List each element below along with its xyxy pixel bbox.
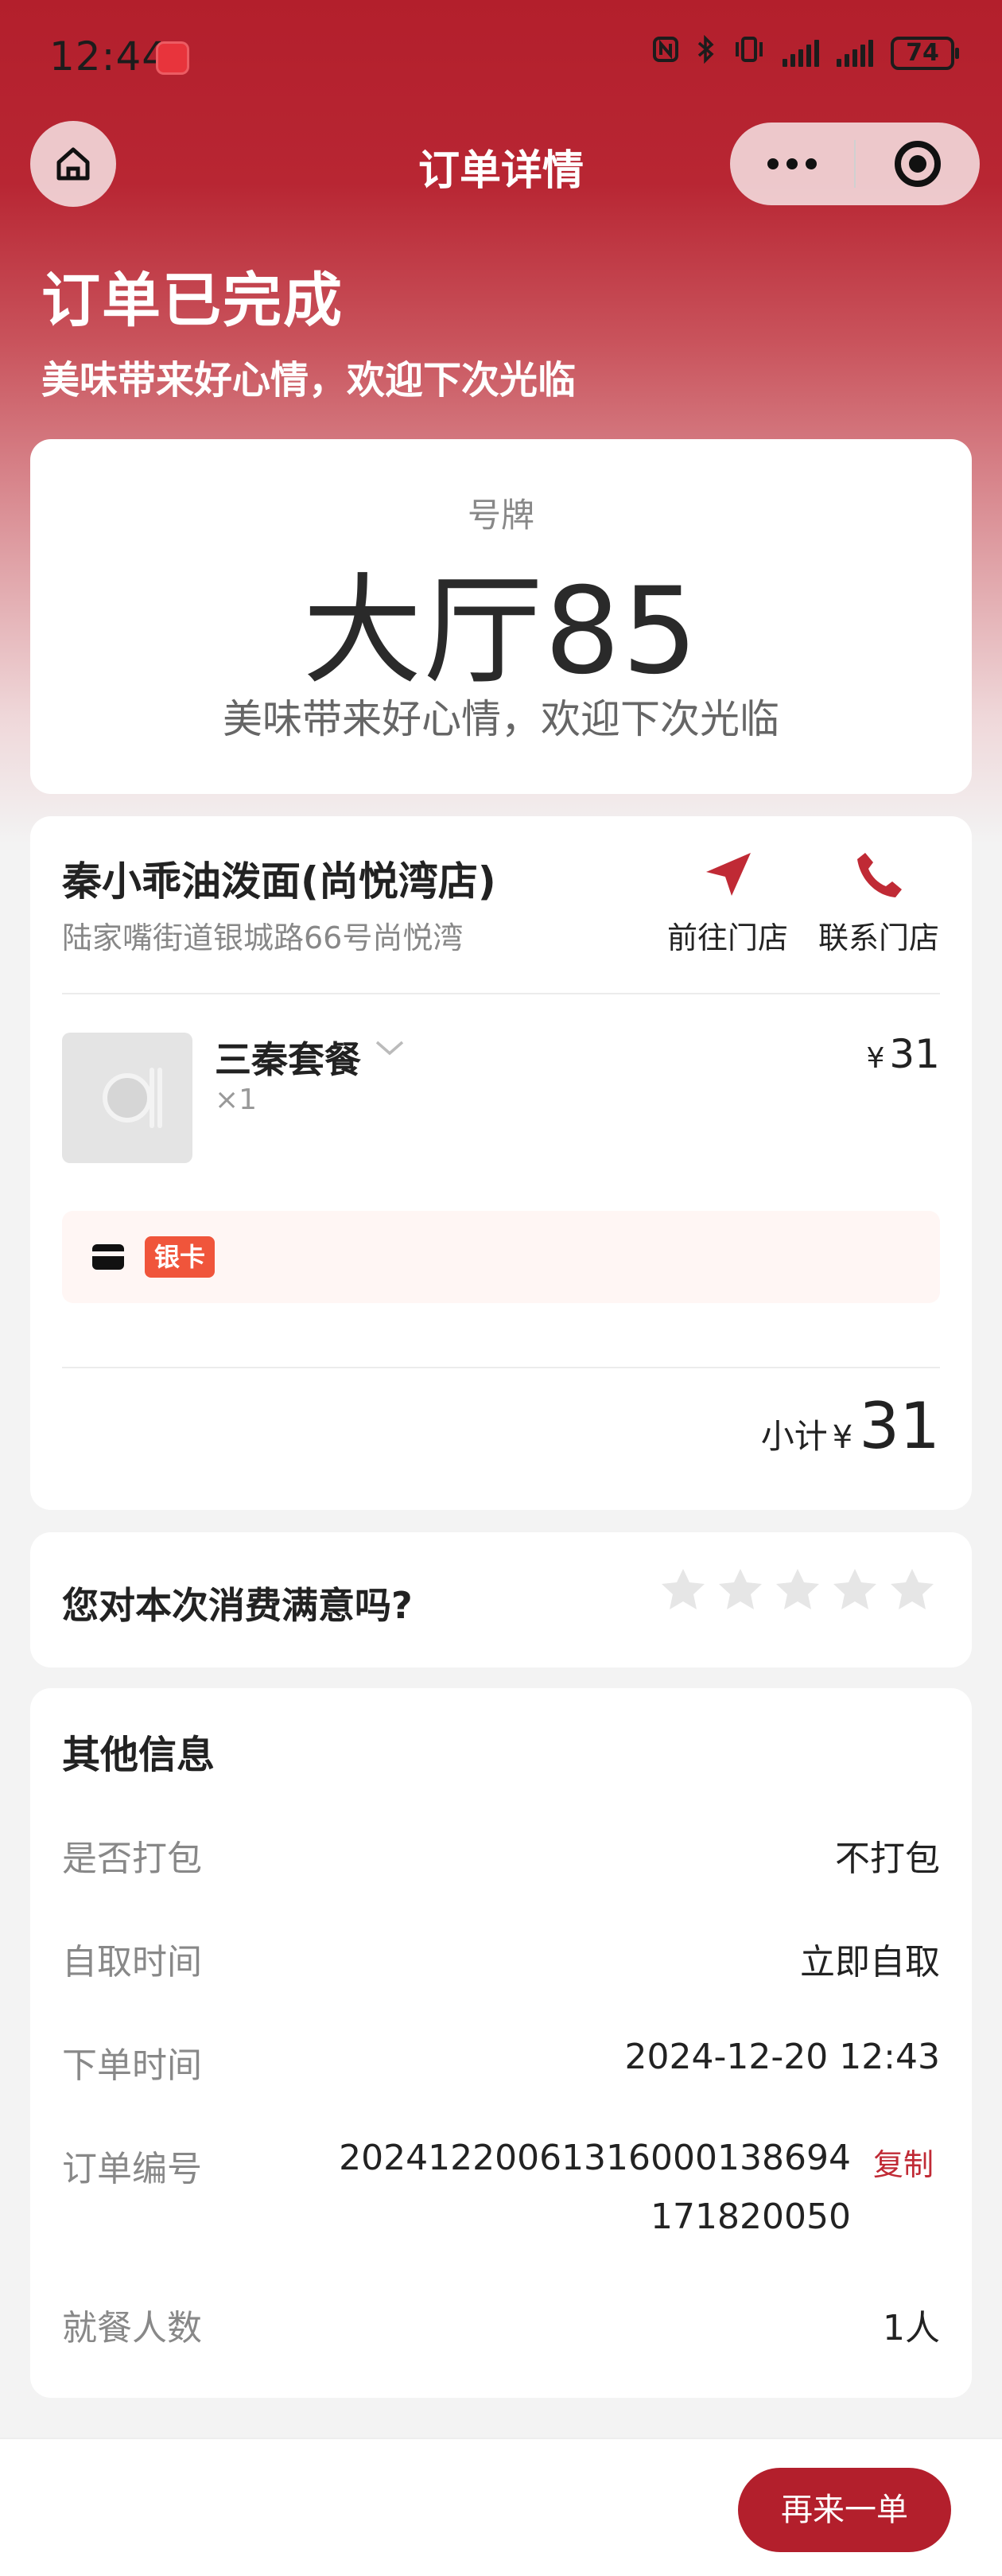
item-expand-button[interactable] bbox=[374, 1036, 406, 1063]
divider bbox=[62, 1367, 940, 1368]
item-price-value: 31 bbox=[889, 1031, 940, 1077]
card-icon bbox=[92, 1244, 124, 1270]
vibrate-icon bbox=[733, 36, 765, 70]
chevron-down-icon bbox=[375, 1041, 404, 1056]
payment-method-box: 银卡 bbox=[62, 1211, 940, 1303]
rating-stars bbox=[658, 1566, 937, 1615]
item-price: ¥31 bbox=[866, 1031, 940, 1077]
info-value: 2024-12-20 12:43 bbox=[624, 2037, 941, 2077]
rating-question: 您对本次消费满意吗? bbox=[62, 1584, 413, 1627]
order-number-value: 2024122006131600013869417182005​0 bbox=[339, 2138, 851, 2237]
item-name: 三秦套餐 bbox=[215, 1038, 361, 1081]
more-button[interactable] bbox=[730, 158, 854, 169]
go-to-store-label: 前往门店 bbox=[666, 920, 788, 955]
info-value: 立即自取 bbox=[800, 1942, 940, 1983]
copy-order-number-button[interactable]: 复制 bbox=[873, 2140, 934, 2184]
call-store-label: 联系门店 bbox=[818, 920, 939, 955]
pickup-label: 号牌 bbox=[467, 496, 534, 535]
signal-icon bbox=[783, 39, 819, 67]
item-image-placeholder bbox=[62, 1033, 192, 1163]
subtotal-label: 小计 bbox=[760, 1417, 828, 1456]
info-label: 下单时间 bbox=[62, 2045, 202, 2086]
bottom-action-bar: 再来一单 bbox=[0, 2438, 1002, 2576]
target-icon bbox=[895, 141, 941, 187]
subtotal-value: 31 bbox=[859, 1389, 940, 1463]
call-store-button[interactable]: 联系门店 bbox=[811, 850, 946, 957]
plate-icon bbox=[103, 1073, 152, 1123]
star-icon[interactable] bbox=[773, 1566, 822, 1615]
signal-icon-2 bbox=[837, 39, 873, 67]
pickup-number: 大厅85 bbox=[302, 562, 700, 701]
info-value: 1人 bbox=[883, 2308, 940, 2348]
star-icon[interactable] bbox=[887, 1566, 937, 1615]
other-info-title: 其他信息 bbox=[62, 1733, 216, 1777]
info-label: 是否打包 bbox=[62, 1839, 202, 1879]
other-info-card: 其他信息 是否打包 不打包 自取时间 立即自取 下单时间 2024-12-20 … bbox=[30, 1688, 972, 2398]
reorder-button[interactable]: 再来一单 bbox=[738, 2468, 951, 2552]
pickup-number-card: 号牌 大厅85 美味带来好心情，欢迎下次光临 bbox=[30, 439, 972, 794]
info-value: 不打包 bbox=[835, 1839, 940, 1879]
order-status-title: 订单已完成 bbox=[41, 267, 344, 335]
phone-icon bbox=[857, 853, 902, 897]
status-bar: 12:44 74 bbox=[0, 0, 1002, 111]
store-name: 秦小乖油泼面(尚悦湾店) bbox=[62, 858, 496, 905]
member-level-tag: 银卡 bbox=[145, 1236, 216, 1278]
star-icon[interactable] bbox=[658, 1566, 708, 1615]
bluetooth-icon bbox=[697, 34, 716, 71]
currency-symbol: ¥ bbox=[866, 1042, 885, 1075]
go-to-store-button[interactable]: 前往门店 bbox=[660, 850, 795, 957]
currency-symbol: ¥ bbox=[832, 1419, 853, 1456]
app-notification-icon bbox=[156, 41, 189, 75]
star-icon[interactable] bbox=[830, 1566, 880, 1615]
rating-card: 您对本次消费满意吗? bbox=[30, 1532, 972, 1667]
info-label: 自取时间 bbox=[62, 1942, 202, 1983]
divider bbox=[62, 993, 940, 994]
info-label: 就餐人数 bbox=[62, 2308, 202, 2348]
battery-icon: 74 bbox=[891, 36, 959, 70]
navigation-arrow-icon bbox=[706, 853, 751, 896]
pickup-note: 美味带来好心情，欢迎下次光临 bbox=[223, 696, 779, 742]
close-mini-program-button[interactable] bbox=[856, 141, 980, 187]
item-quantity: ×1 bbox=[215, 1084, 258, 1116]
nfc-icon bbox=[652, 36, 679, 70]
star-icon[interactable] bbox=[716, 1566, 765, 1615]
status-indicators: 74 bbox=[652, 34, 959, 71]
info-label: 订单编号 bbox=[62, 2149, 202, 2189]
subtotal: 小计 ¥ 31 bbox=[761, 1389, 940, 1463]
order-status-subtitle: 美味带来好心情，欢迎下次光临 bbox=[41, 358, 577, 403]
status-time: 12:44 bbox=[49, 33, 169, 80]
order-card: 秦小乖油泼面(尚悦湾店) 陆家嘴街道银城路66号尚悦湾 前往门店 联系门店 三秦… bbox=[30, 816, 972, 1510]
mini-program-capsule bbox=[730, 123, 980, 205]
store-address: 陆家嘴街道银城路66号尚悦湾 bbox=[62, 920, 464, 955]
